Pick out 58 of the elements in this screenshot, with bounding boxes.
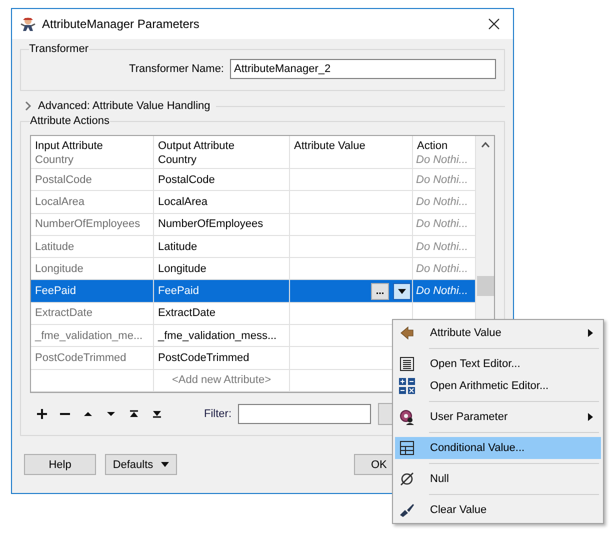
menu-item[interactable]: Attribute Value [395, 322, 601, 344]
table-cell[interactable]: <Add new Attribute> [154, 370, 290, 391]
filter-field[interactable] [238, 404, 370, 424]
table-cell[interactable]: ExtractDate [31, 302, 154, 324]
null-icon [399, 471, 415, 487]
column-header[interactable]: Input Attribute [31, 136, 154, 152]
window-title: AttributeManager Parameters [42, 17, 200, 31]
column-header[interactable]: Attribute Value [290, 136, 413, 152]
button[interactable]: Help [24, 454, 96, 475]
table-cell[interactable]: LocalArea [154, 191, 290, 213]
table-cell[interactable]: Latitude [154, 236, 290, 258]
table-cell[interactable]: LocalArea [31, 191, 154, 213]
scrollbar-thumb[interactable] [476, 276, 494, 296]
menu-item[interactable]: User Parameter [395, 406, 601, 428]
caret-icon [161, 462, 170, 467]
table-cell[interactable]: Do Nothi... [413, 280, 476, 302]
table-icon [399, 440, 415, 456]
table-cell[interactable]: PostCodeTrimmed [154, 347, 290, 369]
ellipsis-button[interactable]: ... [371, 282, 389, 300]
table-cell[interactable]: Longitude [154, 258, 290, 280]
menu-item[interactable]: Conditional Value... [395, 437, 601, 459]
table-cell[interactable]: Country [154, 152, 290, 168]
table-cell[interactable]: Country [31, 152, 154, 168]
table-cell[interactable]: NumberOfEmployees [31, 214, 154, 235]
input-field[interactable]: AttributeManager_2 [230, 59, 496, 79]
add-icon [36, 408, 48, 420]
group-label: Transformer [29, 43, 88, 55]
gear-person-icon [399, 409, 415, 425]
table-cell[interactable]: Latitude [31, 236, 154, 258]
text-lines-icon [399, 356, 415, 372]
close-icon [488, 18, 500, 30]
field-label: Filter: [204, 408, 232, 420]
brush-icon [399, 502, 415, 518]
table-cell[interactable]: _fme_validation_mess... [154, 325, 290, 346]
table-cell[interactable]: Longitude [31, 258, 154, 280]
field-label: Transformer Name: [129, 63, 224, 75]
table-cell[interactable]: ExtractDate [154, 302, 290, 324]
table-cell[interactable]: _fme_validation_me... [31, 325, 154, 346]
menu-item[interactable]: Open Arithmetic Editor... [395, 375, 601, 397]
move-bottom-icon [150, 408, 162, 420]
move-top-icon [128, 408, 140, 420]
table-cell[interactable]: FeePaid [154, 280, 290, 302]
table-cell[interactable]: PostalCode [31, 168, 154, 190]
group-label: Attribute Actions [30, 115, 110, 127]
caret-icon [398, 288, 406, 294]
section-toggle[interactable]: Advanced: Attribute Value Handling [38, 100, 210, 112]
app-icon [20, 16, 36, 32]
table-cell[interactable]: FeePaid [31, 280, 154, 302]
dropdown-button[interactable]: Defaults [105, 454, 177, 475]
menu-item[interactable]: Clear Value [395, 499, 601, 521]
table-cell[interactable]: PostalCode [154, 168, 290, 190]
table-cell[interactable]: PostCodeTrimmed [31, 347, 154, 369]
dropdown-button[interactable] [393, 282, 411, 300]
calculator-icon [399, 378, 415, 394]
column-header[interactable]: Output Attribute [154, 136, 290, 152]
table-cell[interactable]: NumberOfEmployees [154, 214, 290, 235]
left-arrow-icon [399, 325, 415, 341]
menu-item[interactable]: Open Text Editor... [395, 353, 601, 375]
